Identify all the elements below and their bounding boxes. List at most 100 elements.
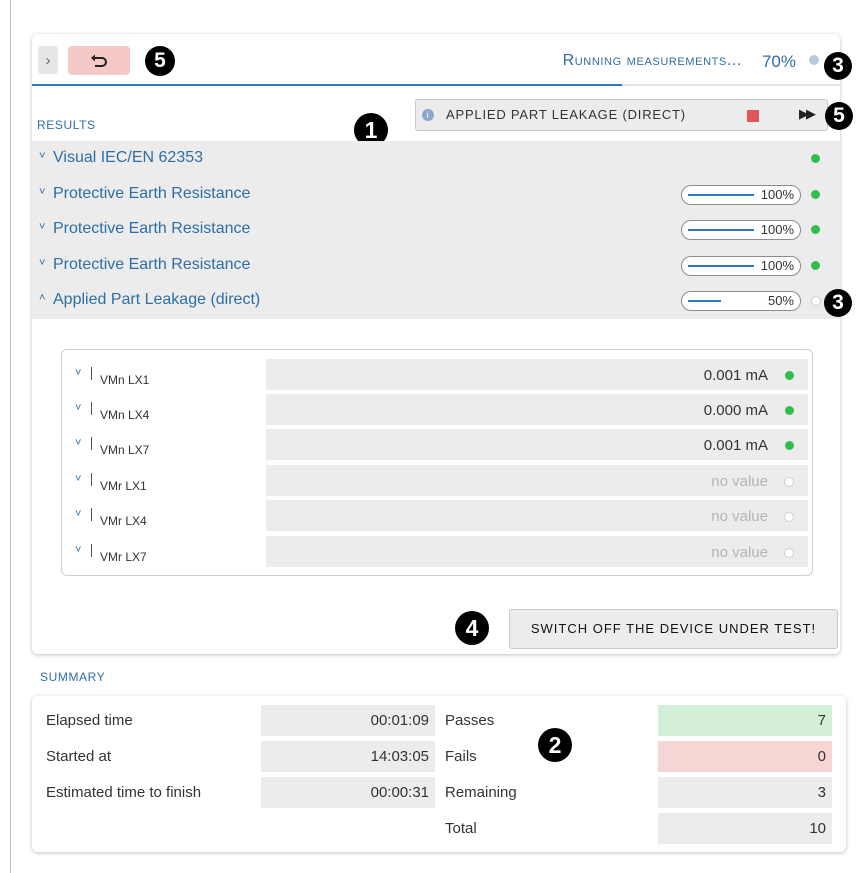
passes-value-cell: 7 [658,705,832,736]
callout-badge-5: 5 [825,102,853,130]
summary-label: Started at [46,748,112,765]
fails-value-cell: 0 [658,741,832,772]
chevron-down-icon[interactable]: ˅ [75,508,81,520]
measurement-value: 0.001 mA [703,437,768,454]
measurement-row[interactable]: ˅ VMn LX1 0.001 mA [62,358,812,391]
summary-value: 00:01:09 [370,712,429,729]
switch-off-device-button[interactable]: SWITCH OFF THE DEVICE UNDER TEST! [509,609,838,649]
measurement-value-cell: 0.000 mA [266,394,808,425]
test-row[interactable]: ˅ Protective Earth Resistance 100% [32,212,840,246]
summary-label: Passes [445,712,495,729]
callout-badge-3: 3 [824,289,852,317]
measurement-name: VMr LX7 [100,550,147,564]
measurement-value-cell: no value [266,500,808,531]
divider [91,402,92,415]
chevron-down-icon[interactable]: ˅ [39,257,45,269]
pending-status-icon [784,477,794,487]
chevron-down-icon[interactable]: ˅ [75,437,81,449]
chevron-down-icon[interactable]: ˅ [39,186,45,198]
current-test-label: APPLIED PART LEAKAGE (DIRECT) [446,107,686,122]
summary-label: Fails [445,748,477,765]
test-row[interactable]: ˅ Protective Earth Resistance 100% [32,248,840,282]
pending-status-icon [811,296,821,306]
current-test-bar: i APPLIED PART LEAKAGE (DIRECT) ▶▶ [415,99,828,131]
callout-badge-2: 2 [538,728,572,762]
divider [91,508,92,521]
test-progress-label: 100% [760,258,794,273]
overall-progress-fill [32,84,622,86]
measurement-value: no value [711,544,768,561]
test-progress-label: 50% [767,293,794,308]
measurements-table: ˅ VMn LX1 0.001 mA ˅ VMn LX4 0.000 mA ˅ … [61,349,813,576]
measurement-row[interactable]: ˅ VMr LX7 no value [62,535,812,568]
progress-status-text: Running measurements... [562,52,742,69]
overall-progress-track [32,84,840,86]
test-row[interactable]: ˅ Visual IEC/EN 62353 [32,141,840,175]
chevron-right-icon: › [45,51,51,69]
measurement-value: 0.000 mA [703,402,768,419]
pass-status-icon [811,261,820,270]
measurement-row[interactable]: ˅ VMn LX7 0.001 mA [62,428,812,461]
stop-icon[interactable] [747,110,759,122]
summary-label: Elapsed time [46,712,133,729]
summary-label: Remaining [445,784,517,801]
measurement-name: VMn LX4 [100,408,150,422]
test-name: Visual IEC/EN 62353 [53,149,204,166]
divider [91,544,92,557]
back-button[interactable] [68,46,130,75]
skip-forward-icon[interactable]: ▶▶ [799,106,816,122]
summary-value: 00:00:31 [370,784,429,801]
pass-status-icon [811,154,820,163]
chevron-down-icon[interactable]: ˅ [39,150,45,162]
callout-badge-5: 5 [145,46,175,76]
measurement-value: 0.001 mA [703,367,768,384]
summary-value: 7 [817,712,826,729]
summary-value-cell: 10 [658,813,832,844]
callout-badge-3: 3 [824,52,852,80]
test-progress-bar: 100% [681,220,801,240]
summary-label: Estimated time to finish [46,784,202,801]
summary-value-cell: 00:01:09 [261,705,435,736]
results-section-label: RESULTS [37,118,96,132]
chevron-down-icon[interactable]: ˅ [75,473,81,485]
chevron-down-icon[interactable]: ˅ [39,221,45,233]
measurement-row[interactable]: ˅ VMr LX4 no value [62,499,812,532]
summary-value: 3 [817,784,826,801]
results-panel: › 5 Running measurements... 70% 3 RESULT… [32,34,853,654]
chevron-down-icon[interactable]: ˅ [75,544,81,556]
spinner-icon [809,55,819,65]
divider [91,437,92,450]
test-row[interactable]: ˄ Applied Part Leakage (direct) 50% [32,283,840,317]
pending-status-icon [784,512,794,522]
divider [91,367,92,380]
expand-sidebar-button[interactable]: › [38,46,58,74]
test-name: Applied Part Leakage (direct) [53,291,261,308]
summary-value: 10 [809,820,826,837]
test-progress-fill [688,194,754,196]
measurement-value: no value [711,508,768,525]
measurement-row[interactable]: ˅ VMr LX1 no value [62,464,812,497]
test-name: Protective Earth Resistance [53,185,251,202]
summary-value: 14:03:05 [370,748,429,765]
pass-status-icon [785,371,794,380]
measurement-name: VMn LX1 [100,373,150,387]
progress-percent: 70% [761,52,796,71]
test-progress-label: 100% [760,187,794,202]
summary-value: 0 [817,748,826,765]
pass-status-icon [811,190,820,199]
chevron-down-icon[interactable]: ˅ [75,367,81,379]
undo-icon [91,54,107,67]
measurement-name: VMr LX4 [100,514,147,528]
chevron-down-icon[interactable]: ˅ [75,402,81,414]
summary-value-cell: 00:00:31 [261,777,435,808]
test-progress-fill [688,229,754,231]
chevron-up-icon[interactable]: ˄ [39,292,45,304]
measurement-value-cell: 0.001 mA [266,359,808,390]
measurement-row[interactable]: ˅ VMn LX4 0.000 mA [62,393,812,426]
test-progress-label: 100% [760,222,794,237]
test-row[interactable]: ˅ Protective Earth Resistance 100% [32,177,840,211]
pending-status-icon [784,548,794,558]
summary-value-cell: 14:03:05 [261,741,435,772]
measurement-value-cell: no value [266,536,808,567]
test-progress-fill [688,300,721,302]
